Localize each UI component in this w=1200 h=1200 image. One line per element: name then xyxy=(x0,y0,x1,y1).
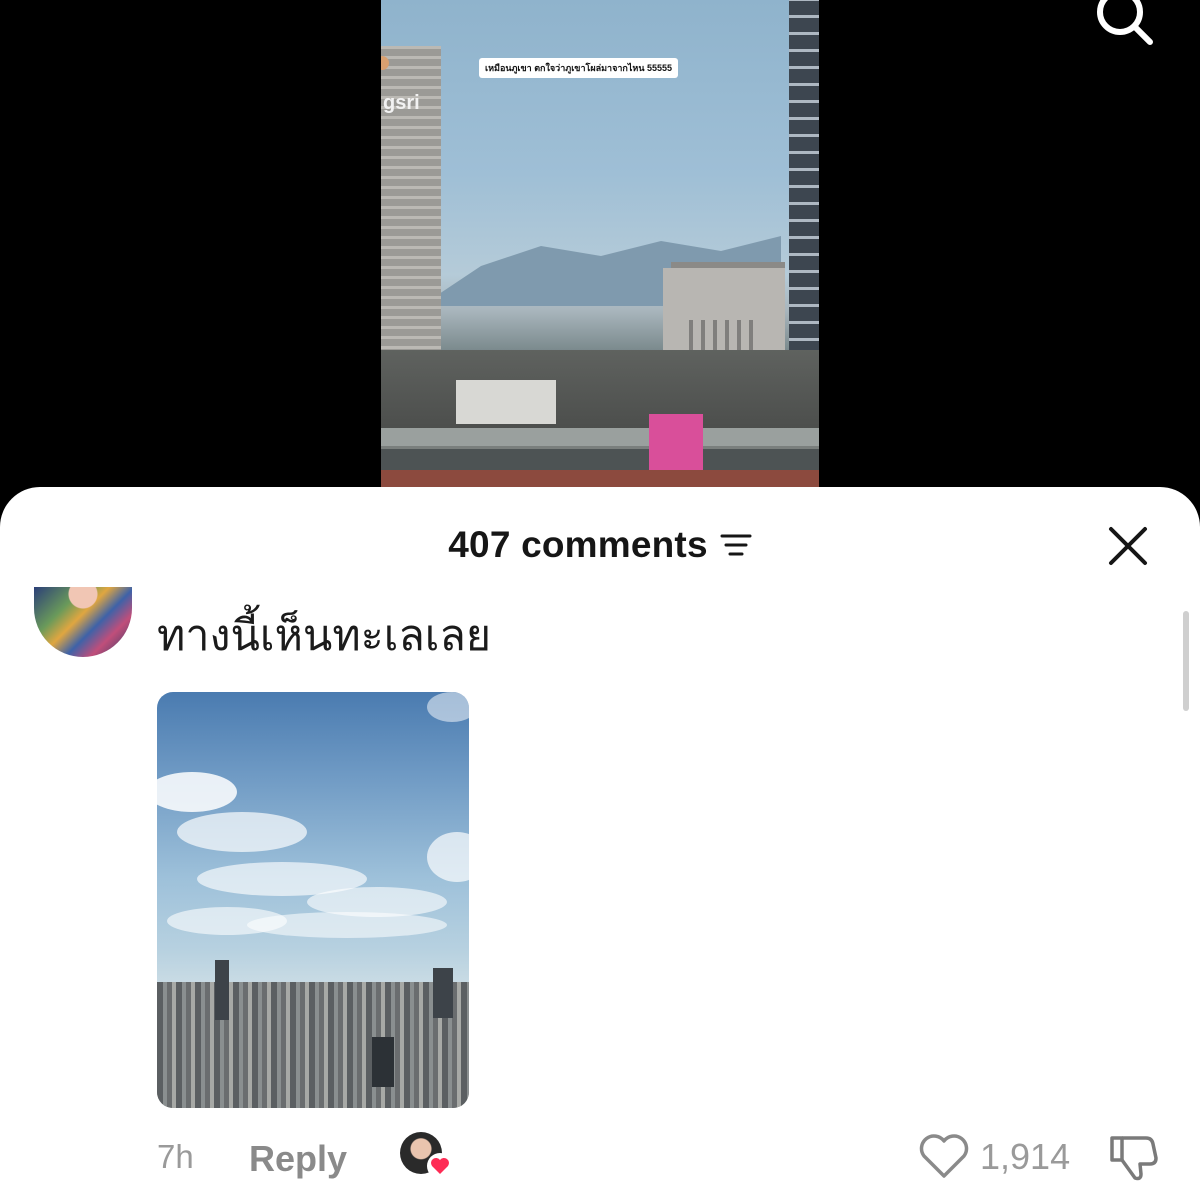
elevated-road xyxy=(381,428,819,449)
creator-liked-badge xyxy=(400,1132,454,1180)
video-frame[interactable]: gsri เหมือนภูเขา ตกใจว่าภูเขาโผล่มาจากไห… xyxy=(381,0,819,500)
close-button[interactable] xyxy=(1105,523,1151,569)
comments-header: 407 comments xyxy=(0,517,1200,573)
reply-button[interactable]: Reply xyxy=(249,1138,347,1180)
like-button[interactable] xyxy=(918,1132,970,1180)
comment-text: ทางนี้เห็นทะเลเลย xyxy=(157,611,492,661)
white-building xyxy=(456,380,556,424)
avatar[interactable] xyxy=(34,587,132,657)
sort-icon xyxy=(720,534,752,556)
comment-time: 7h xyxy=(157,1138,194,1175)
comment-meta: 7h Reply 1,914 xyxy=(0,1132,1200,1182)
like-count: 1,914 xyxy=(980,1136,1071,1177)
comment-image[interactable] xyxy=(157,692,469,1108)
low-buildings xyxy=(381,350,819,430)
search-icon xyxy=(1097,0,1153,45)
video-caption: เหมือนภูเขา ตกใจว่าภูเขาโผล่มาจากไหน 555… xyxy=(479,58,679,78)
heart-icon xyxy=(427,1153,453,1179)
building-sign: gsri xyxy=(383,92,420,114)
close-icon xyxy=(1109,527,1147,565)
dislike-button[interactable] xyxy=(1108,1132,1160,1182)
sort-button[interactable] xyxy=(720,532,752,558)
dislike-icon xyxy=(1110,1136,1158,1181)
comment-count: 407 comments xyxy=(448,524,708,565)
video-player[interactable]: gsri เหมือนภูเขา ตกใจว่าภูเขาโผล่มาจากไห… xyxy=(0,0,1200,500)
comments-sheet: 407 comments ทางนี้เห็นทะเลเลย 7h Reply … xyxy=(0,487,1200,1200)
heart-icon xyxy=(919,1134,969,1178)
scrollbar[interactable] xyxy=(1183,611,1189,711)
search-button[interactable] xyxy=(1090,0,1156,48)
city-skyline xyxy=(157,982,469,1108)
